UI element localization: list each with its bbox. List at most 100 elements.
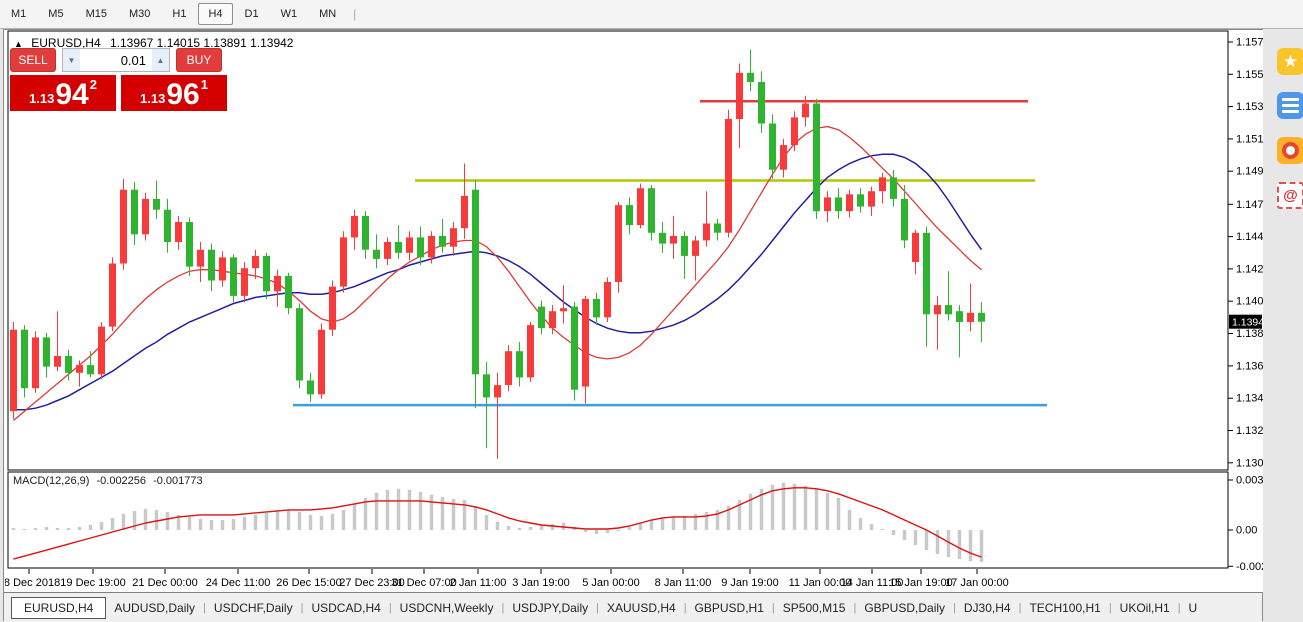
- price-tick-label: 1.14920: [1236, 166, 1263, 178]
- candle-body: [780, 145, 787, 170]
- candle-body: [725, 119, 732, 233]
- candle-body: [340, 237, 347, 286]
- candle-body: [494, 385, 501, 397]
- timeframe-button-h4[interactable]: H4: [198, 3, 232, 25]
- sell-price-tile[interactable]: 1.13 94 2: [10, 75, 116, 111]
- candle-body: [219, 257, 226, 280]
- candle-body: [241, 268, 248, 296]
- price-tick-label: 1.14495: [1236, 231, 1263, 243]
- lot-size-stepper: ▼ 0.01 ▲: [62, 48, 170, 72]
- buy-button[interactable]: BUY: [176, 48, 222, 72]
- timeframe-button-mn[interactable]: MN: [309, 3, 346, 25]
- chart-tab-u[interactable]: U: [1181, 597, 1206, 619]
- chart-tab-usdcad-h4[interactable]: USDCAD,H4: [303, 597, 388, 619]
- timeframe-button-w1[interactable]: W1: [271, 3, 308, 25]
- candle-body: [703, 224, 710, 241]
- price-tick-label: 1.14075: [1236, 296, 1263, 308]
- badge-price: 1.13942: [1232, 317, 1263, 329]
- chart-tab-audusd-daily[interactable]: AUDUSD,Daily: [106, 597, 203, 619]
- price-tick-label: 1.13655: [1236, 360, 1263, 372]
- candle-body: [934, 305, 941, 314]
- candle-body: [549, 311, 556, 328]
- candle-body: [681, 236, 688, 256]
- star-icon[interactable]: ★: [1277, 48, 1303, 75]
- candle-body: [824, 197, 831, 211]
- timeframe-button-m15[interactable]: M15: [76, 3, 117, 25]
- candle-body: [736, 73, 743, 119]
- price-tick-label: 1.14285: [1236, 263, 1263, 275]
- candle-body: [406, 237, 413, 252]
- price-tick-label: 1.15760: [1236, 37, 1263, 49]
- chart-tab-usdchf-daily[interactable]: USDCHF,Daily: [206, 597, 301, 619]
- timeframe-button-m30[interactable]: M30: [119, 3, 160, 25]
- candle-body: [835, 197, 842, 211]
- candle-body: [384, 242, 391, 259]
- macd-label: MACD(12,26,9) -0.002256 -0.001773: [13, 475, 207, 487]
- candle-body: [956, 311, 963, 322]
- candle-body: [791, 117, 798, 145]
- candle-body: [857, 194, 864, 206]
- candle-body: [208, 250, 215, 281]
- macd-tick-label: 0.00: [1236, 525, 1257, 537]
- candle-body: [879, 177, 886, 191]
- macd-tick-label: 0.003485: [1236, 475, 1263, 487]
- candle-body: [945, 305, 952, 314]
- candle-body: [582, 299, 589, 387]
- candle-body: [868, 191, 875, 206]
- chart-tab-ukoil-h1[interactable]: UKOil,H1: [1112, 597, 1178, 619]
- time-tick-label: 26 Dec 15:00: [276, 577, 341, 589]
- chart-tab-dj30-h4[interactable]: DJ30,H4: [956, 597, 1019, 619]
- candle-body: [901, 199, 908, 241]
- candle-body: [637, 188, 644, 225]
- chart-tab-sp500-m15[interactable]: SP500,M15: [775, 597, 854, 619]
- candle-body: [890, 177, 897, 199]
- time-tick-label: 21 Dec 00:00: [132, 577, 197, 589]
- news-feed-icon[interactable]: [1277, 92, 1303, 119]
- candle-body: [483, 374, 490, 397]
- chart-tab-xauusd-h4[interactable]: XAUUSD,H4: [599, 597, 684, 619]
- chart-tab-gbpusd-daily[interactable]: GBPUSD,Daily: [856, 597, 953, 619]
- timeframe-button-m1[interactable]: M1: [1, 3, 36, 25]
- toolbar-separator: |: [353, 7, 356, 21]
- candle-body: [32, 337, 39, 388]
- candle-body: [263, 256, 270, 291]
- candle-body: [978, 313, 985, 322]
- sell-button[interactable]: SELL: [10, 48, 56, 72]
- lot-increase-button[interactable]: ▲: [152, 49, 169, 71]
- current-price-badge: 1.13942: [1229, 315, 1263, 329]
- time-tick-label: 2 Jan 11:00: [450, 577, 507, 589]
- price-tick-label: 1.13865: [1236, 328, 1263, 340]
- candle-body: [967, 313, 974, 322]
- time-tick-label: 19 Dec 19:00: [60, 577, 125, 589]
- timeframe-button-m5[interactable]: M5: [38, 3, 73, 25]
- candle-body: [472, 190, 479, 375]
- mail-at-icon[interactable]: @: [1277, 182, 1303, 209]
- candle-body: [373, 250, 380, 259]
- timeframe-button-d1[interactable]: D1: [235, 3, 269, 25]
- candle-body: [527, 325, 534, 377]
- price-tick-label: 1.15130: [1236, 133, 1263, 145]
- price-tick-label: 1.14705: [1236, 199, 1263, 211]
- chart-tab-eurusd-h4[interactable]: EURUSD,H4: [11, 597, 106, 619]
- price-tick-label: 1.13025: [1236, 457, 1263, 469]
- weibo-eye-icon[interactable]: [1277, 137, 1303, 164]
- candle-body: [395, 242, 402, 253]
- chart-tab-usdcnh-weekly[interactable]: USDCNH,Weekly: [392, 597, 502, 619]
- buy-price-tile[interactable]: 1.13 96 1: [121, 75, 227, 111]
- chart-tab-gbpusd-h1[interactable]: GBPUSD,H1: [687, 597, 772, 619]
- price-chart[interactable]: 1.157601.155501.153401.151301.149201.147…: [5, 30, 1263, 592]
- lot-size-input[interactable]: 0.01: [80, 53, 152, 68]
- candle-body: [98, 327, 105, 375]
- candle-body: [560, 308, 567, 311]
- candle-body: [131, 190, 138, 235]
- candle-body: [197, 250, 204, 267]
- price-tick-label: 1.13235: [1236, 425, 1263, 437]
- timeframe-button-h1[interactable]: H1: [162, 3, 196, 25]
- candle-body: [175, 222, 182, 242]
- one-click-trading-panel: SELL ▼ 0.01 ▲ BUY 1.13 94 2 1.13 96 1: [10, 48, 228, 111]
- chart-tab-usdjpy-daily[interactable]: USDJPY,Daily: [504, 597, 596, 619]
- chart-tab-tech100-h1[interactable]: TECH100,H1: [1021, 597, 1108, 619]
- candle-body: [164, 210, 171, 242]
- lot-decrease-button[interactable]: ▼: [63, 49, 80, 71]
- buy-price-pip-digit: 1: [201, 77, 208, 92]
